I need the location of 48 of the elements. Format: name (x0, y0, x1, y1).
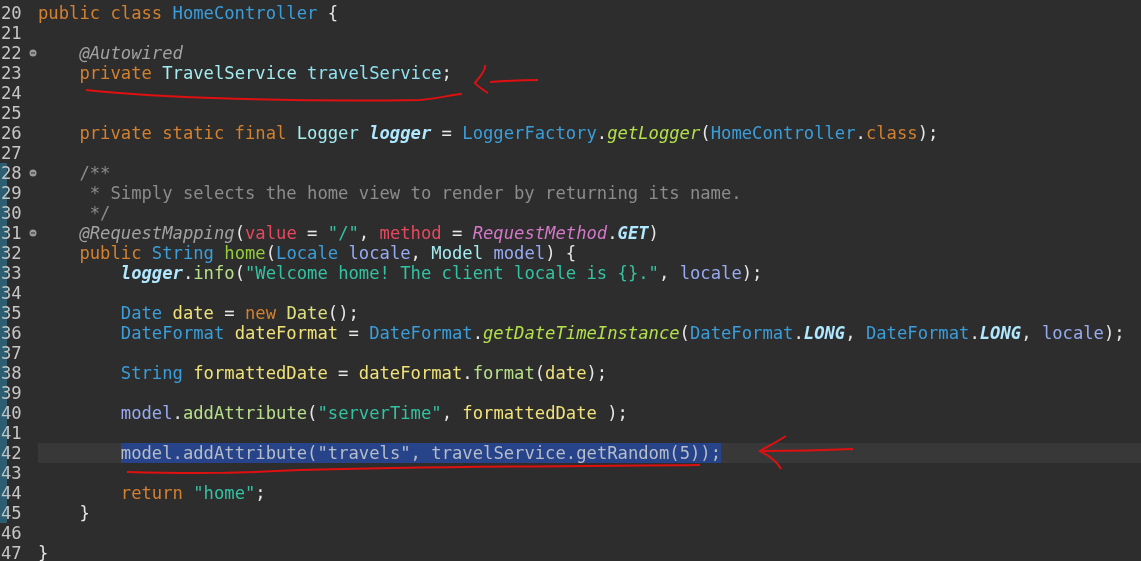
line-number: 34 (0, 283, 22, 303)
line-number: 39 (0, 383, 22, 403)
line-number: 38 (0, 363, 22, 383)
fold-icon[interactable] (29, 49, 37, 57)
code-line: Date date = new Date(); (119, 303, 359, 323)
code-line: return "home"; (119, 483, 266, 503)
code-line: @Autowired (78, 43, 183, 63)
line-number: 30 (0, 203, 22, 223)
line-number: 40 (0, 403, 22, 423)
code-line: private TravelService travelService; (78, 63, 452, 83)
code-line: * Simply selects the home view to render by returning its name. (88, 183, 742, 203)
line-number: 27 (0, 143, 22, 163)
line-number: 23 (0, 63, 22, 83)
code-line: */ (88, 203, 111, 223)
code-line: public class HomeController { (38, 3, 339, 23)
line-number: 35 (0, 303, 22, 323)
line-number: 43 (0, 463, 22, 483)
line-number: 31 (0, 223, 22, 243)
line-number: 44 (0, 483, 22, 503)
line-number: 21 (0, 23, 22, 43)
line-number: 37 (0, 343, 22, 363)
line-number: 25 (0, 103, 22, 123)
line-number: 41 (0, 423, 22, 443)
code-line: logger.info("Welcome home! The client locale is {}.", locale); (119, 263, 763, 283)
line-number: 29 (0, 183, 22, 203)
line-number: 45 (0, 503, 22, 523)
line-number: 36 (0, 323, 22, 343)
code-line: /** (78, 163, 111, 183)
line-number: 32 (0, 243, 22, 263)
fold-icon[interactable] (29, 169, 37, 177)
code-line: } (38, 543, 49, 561)
code-line: String formattedDate = dateFormat.format(date); (119, 363, 608, 383)
line-number: 22 (0, 43, 22, 63)
line-number: 28 (0, 163, 22, 183)
line-number: 33 (0, 263, 22, 283)
line-number: 20 (0, 3, 22, 23)
line-number: 47 (0, 543, 22, 561)
code-line: } (78, 503, 90, 523)
code-line: private static final Logger logger = LoggerFactory.getLogger(HomeController.class); (78, 123, 939, 143)
line-number: 42 (0, 443, 22, 463)
fold-icon[interactable] (29, 229, 37, 237)
line-number: 24 (0, 83, 22, 103)
code-line: DateFormat dateFormat = DateFormat.getDateTimeInstance(DateFormat.LONG, DateFormat.LONG, locale); (119, 323, 1125, 343)
line-number: 26 (0, 123, 22, 143)
code-line: model.addAttribute("serverTime", formattedDate ); (119, 403, 628, 423)
line-number: 46 (0, 523, 22, 543)
code-line: public String home(Locale locale, Model model) { (78, 243, 577, 263)
code-line: @RequestMapping(value = "/", method = RequestMethod.GET) (78, 223, 659, 243)
